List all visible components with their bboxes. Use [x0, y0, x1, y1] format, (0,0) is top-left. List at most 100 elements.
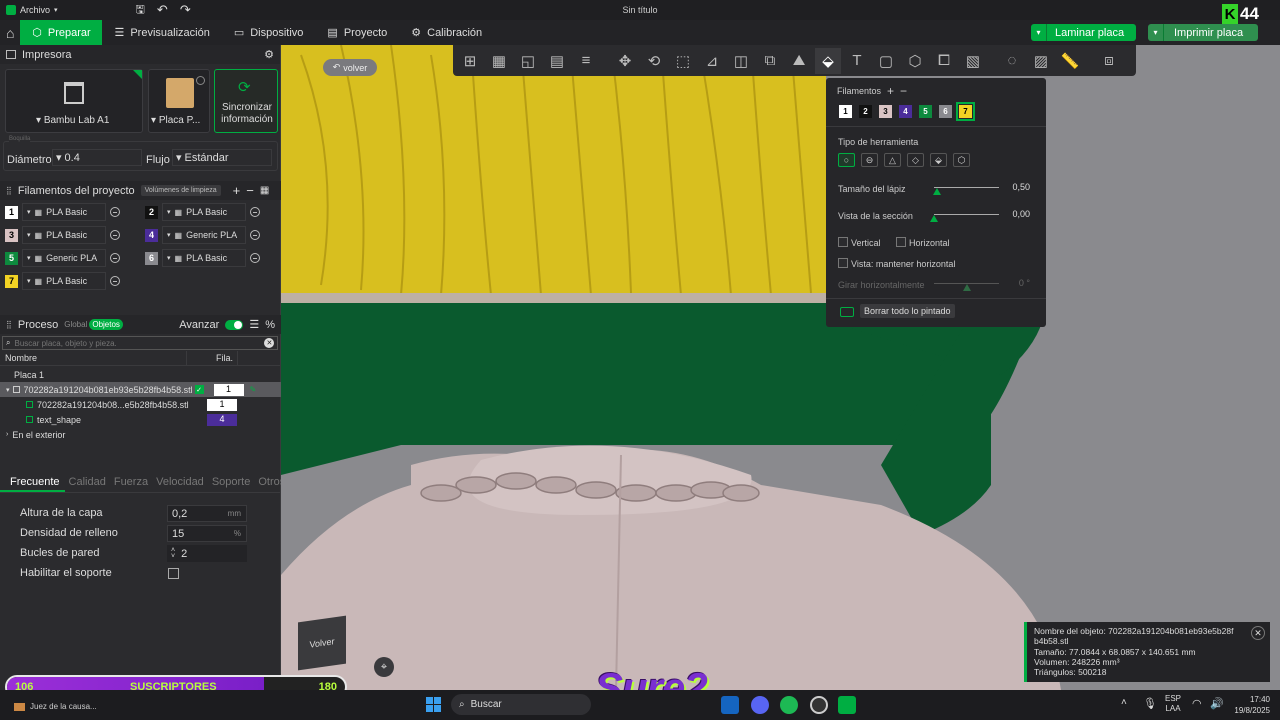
arrange-icon[interactable]: ▤ [544, 48, 570, 74]
filament-number[interactable]: 1 [5, 205, 18, 219]
assembly-icon[interactable]: ⧠ [931, 48, 957, 74]
remove-filament-icon[interactable] [110, 276, 120, 286]
tab-proyecto[interactable]: ▤ Proyecto [315, 20, 399, 45]
sync-button[interactable]: ⟳ Sincronizar información [214, 69, 278, 133]
filament-select[interactable]: ▾ ▦ PLA Basic [22, 226, 106, 244]
mesh-boolean-icon[interactable]: ▧ [960, 48, 986, 74]
tab-calidad[interactable]: Calidad [65, 475, 110, 492]
ruler-icon[interactable]: 📏 [1057, 48, 1083, 74]
seam-icon[interactable]: ◌ [999, 48, 1025, 74]
obs-icon[interactable] [810, 696, 828, 714]
part-row[interactable]: 702282a191204b08...e5b28fb4b58.stl 1 [0, 397, 281, 412]
flow-select[interactable]: ▾ Estándar [172, 149, 272, 166]
tab-dispositivo[interactable]: ▭ Dispositivo [222, 20, 316, 45]
section-view-value[interactable]: 0,00 [1004, 209, 1030, 223]
filament-number[interactable]: 4 [145, 228, 158, 242]
printer-card[interactable]: ▾ Bambu Lab A1 [5, 69, 143, 133]
layout-icon[interactable]: ⧈ [1096, 48, 1122, 74]
close-icon[interactable]: ✕ [1251, 626, 1265, 640]
clear-search-icon[interactable]: ✕ [264, 338, 275, 348]
view-cube[interactable]: Volver [298, 615, 346, 671]
advance-switch[interactable] [225, 319, 244, 330]
filament-select[interactable]: ▾ ▦ PLA Basic [162, 203, 246, 221]
vertical-checkbox[interactable] [838, 237, 848, 247]
filament-number[interactable]: 7 [5, 274, 18, 288]
add-icon[interactable]: + [887, 84, 894, 98]
chevron-down-icon[interactable]: ▾ [1148, 24, 1164, 41]
news-widget[interactable]: Juez de la causa... [14, 702, 97, 711]
gap-fill-tool-icon[interactable]: ⬡ [953, 153, 970, 167]
chevron-right-icon[interactable]: › [0, 431, 8, 438]
emboss-icon[interactable]: ▢ [873, 48, 899, 74]
app-menu[interactable]: Archivo ▾ [0, 0, 64, 20]
pen-size-slider-thumb[interactable] [933, 188, 942, 195]
tab-previsualizacion[interactable]: ☰ Previsualización [102, 20, 221, 45]
taskbar-search[interactable]: ⌕ Buscar [451, 694, 591, 715]
rotate-icon[interactable]: ⟲ [641, 48, 667, 74]
support-paint-icon[interactable]: ⛰ [786, 48, 812, 74]
purge-volumes-button[interactable]: Volúmenes de limpieza [140, 185, 221, 196]
chevron-down-icon[interactable]: ▾ [1031, 24, 1047, 41]
cut-icon[interactable]: ◫ [728, 48, 754, 74]
outlook-icon[interactable] [721, 696, 739, 714]
paint-filament-chip[interactable]: 3 [879, 105, 892, 118]
filament-row[interactable]: 3 ▾ ▦ PLA Basic [5, 226, 120, 244]
height-range-tool-icon[interactable]: ◇ [907, 153, 924, 167]
section-view-slider[interactable] [934, 214, 999, 215]
paint-filament-chip[interactable]: 6 [939, 105, 952, 118]
clock[interactable]: 17:40 19/8/2025 [1225, 694, 1270, 716]
add-object-icon[interactable]: ⊞ [457, 48, 483, 74]
rotate-slider-thumb[interactable] [962, 284, 971, 291]
filament-number[interactable]: 5 [5, 251, 18, 265]
bambu-studio-icon[interactable] [838, 696, 856, 714]
filament-select[interactable]: ▾ ▦ PLA Basic [162, 249, 246, 267]
measure-cube-icon[interactable]: ⬡ [902, 48, 928, 74]
fit-view-icon[interactable]: ⌖ [374, 657, 394, 677]
remove-filament-icon[interactable] [110, 253, 120, 263]
layer-height-input[interactable]: 0,2 mm [167, 505, 247, 522]
home-icon[interactable]: ⌂ [0, 20, 20, 45]
support-checkbox[interactable] [168, 568, 179, 579]
text-shape-row[interactable]: text_shape 4 [0, 412, 281, 427]
filament-row[interactable]: 5 ▾ ▦ Generic PLA [5, 249, 120, 267]
remove-icon[interactable]: − [900, 84, 907, 98]
undo-icon[interactable]: ↶ [151, 0, 174, 20]
plate-row[interactable]: Placa 1 [0, 367, 281, 382]
print-plate-button[interactable]: ▾ Imprimir placa [1148, 24, 1258, 41]
remove-filament-icon[interactable] [250, 207, 260, 217]
remove-filament-icon[interactable] [110, 230, 120, 240]
info-icon[interactable] [196, 76, 205, 85]
fill-tool-icon[interactable]: ⬙ [930, 153, 947, 167]
pen-size-slider[interactable] [934, 187, 999, 188]
volume-icon[interactable]: 🔊 [1210, 697, 1224, 710]
grid-icon[interactable]: ▦ [486, 48, 512, 74]
outside-row[interactable]: › En el exterior [0, 427, 281, 442]
objects-toggle[interactable]: Objetos [89, 319, 123, 330]
filament-select[interactable]: ▾ ▦ Generic PLA [162, 226, 246, 244]
filament-select[interactable]: ▾ ▦ PLA Basic [22, 203, 106, 221]
paint-filament-chip[interactable]: 2 [859, 105, 872, 118]
object-row[interactable]: ▾ 702282a191204b081eb93e5b28fb4b58.stl ✓… [0, 382, 281, 397]
spotify-icon[interactable] [780, 696, 798, 714]
start-icon[interactable] [426, 697, 441, 712]
rotate-value[interactable]: 0 ° [1004, 278, 1030, 292]
filament-select[interactable]: ▾ ▦ Generic PLA [22, 249, 106, 267]
plate-card[interactable]: ▾ Placa P... [148, 69, 210, 133]
back-button[interactable]: ↶ volver [323, 59, 377, 76]
global-toggle[interactable]: Global [64, 320, 87, 329]
microphone-icon[interactable]: 🎙 [1143, 697, 1157, 710]
3d-viewport[interactable]: ↶ volver Volver ⌖ [281, 45, 1280, 690]
infill-input[interactable]: 15 % [167, 525, 247, 542]
object-filament[interactable]: 1 [213, 383, 244, 396]
filament-number[interactable]: 2 [145, 205, 158, 219]
filament-row[interactable]: 1 ▾ ▦ PLA Basic [5, 203, 120, 221]
filament-row[interactable]: 6 ▾ ▦ PLA Basic [145, 249, 260, 267]
add-icon[interactable]: + [233, 183, 241, 198]
filament-number[interactable]: 6 [145, 251, 158, 265]
tab-calibracion[interactable]: ⚙ Calibración [399, 20, 494, 45]
settings-icon[interactable]: ⚙ [264, 48, 274, 61]
paint-icon[interactable]: ⬙ [815, 47, 841, 74]
remove-filament-icon[interactable] [110, 207, 120, 217]
redo-icon[interactable]: ↷ [174, 0, 197, 20]
tab-soporte[interactable]: Soporte [208, 475, 255, 492]
